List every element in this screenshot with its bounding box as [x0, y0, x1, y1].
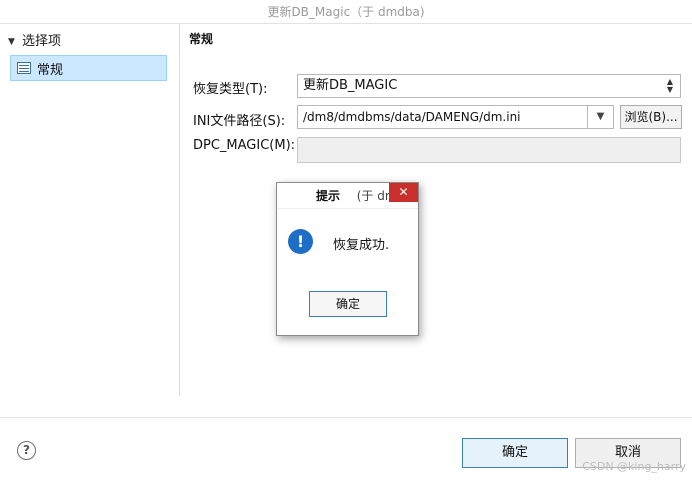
nav-header[interactable]: ▼ 选择项 [8, 33, 61, 51]
ini-path-label: INI文件路径(S): [193, 114, 286, 129]
watermark: CSDN @king_harry [582, 460, 686, 473]
dpc-magic-label: DPC_MAGIC(M): [193, 138, 296, 153]
section-title: 常规 [189, 32, 214, 46]
spinner-arrows-icon[interactable]: ▲ ▼ [666, 78, 674, 94]
browse-button[interactable]: 浏览(B)... [620, 105, 682, 129]
help-icon[interactable]: ? [17, 441, 36, 460]
restore-type-value: 更新DB_MAGIC [303, 78, 398, 93]
restore-type-label: 恢复类型(T): [193, 82, 268, 97]
nav-header-label: 选择项 [22, 34, 62, 49]
nav-item-label: 常规 [37, 62, 64, 78]
page-icon [17, 62, 31, 74]
dialog-ok-button[interactable]: 确定 [309, 291, 387, 317]
nav-item-general[interactable]: 常规 [10, 55, 167, 81]
info-icon: ! [288, 229, 313, 254]
message-dialog: 提示 (于 dm ✕ ! 恢复成功. 确定 [276, 182, 419, 336]
nav-panel: ▼ 选择项 常规 [0, 24, 180, 396]
restore-type-select[interactable]: 更新DB_MAGIC ▲ ▼ [297, 74, 681, 98]
footer-divider [0, 417, 692, 418]
ini-path-input[interactable]: /dm8/dmdbms/data/DAMENG/dm.ini [297, 105, 588, 129]
collapse-triangle-icon[interactable]: ▼ [8, 33, 18, 51]
chevron-down-icon[interactable]: ▼ [588, 105, 614, 129]
window-title: 更新DB_Magic（于 dmdba) [0, 0, 692, 24]
dpc-magic-input[interactable] [297, 137, 681, 163]
close-icon[interactable]: ✕ [389, 183, 418, 202]
dialog-title-text: 提示 [316, 189, 341, 203]
ok-button[interactable]: 确定 [462, 438, 568, 468]
dialog-message: 恢复成功. [333, 238, 390, 253]
